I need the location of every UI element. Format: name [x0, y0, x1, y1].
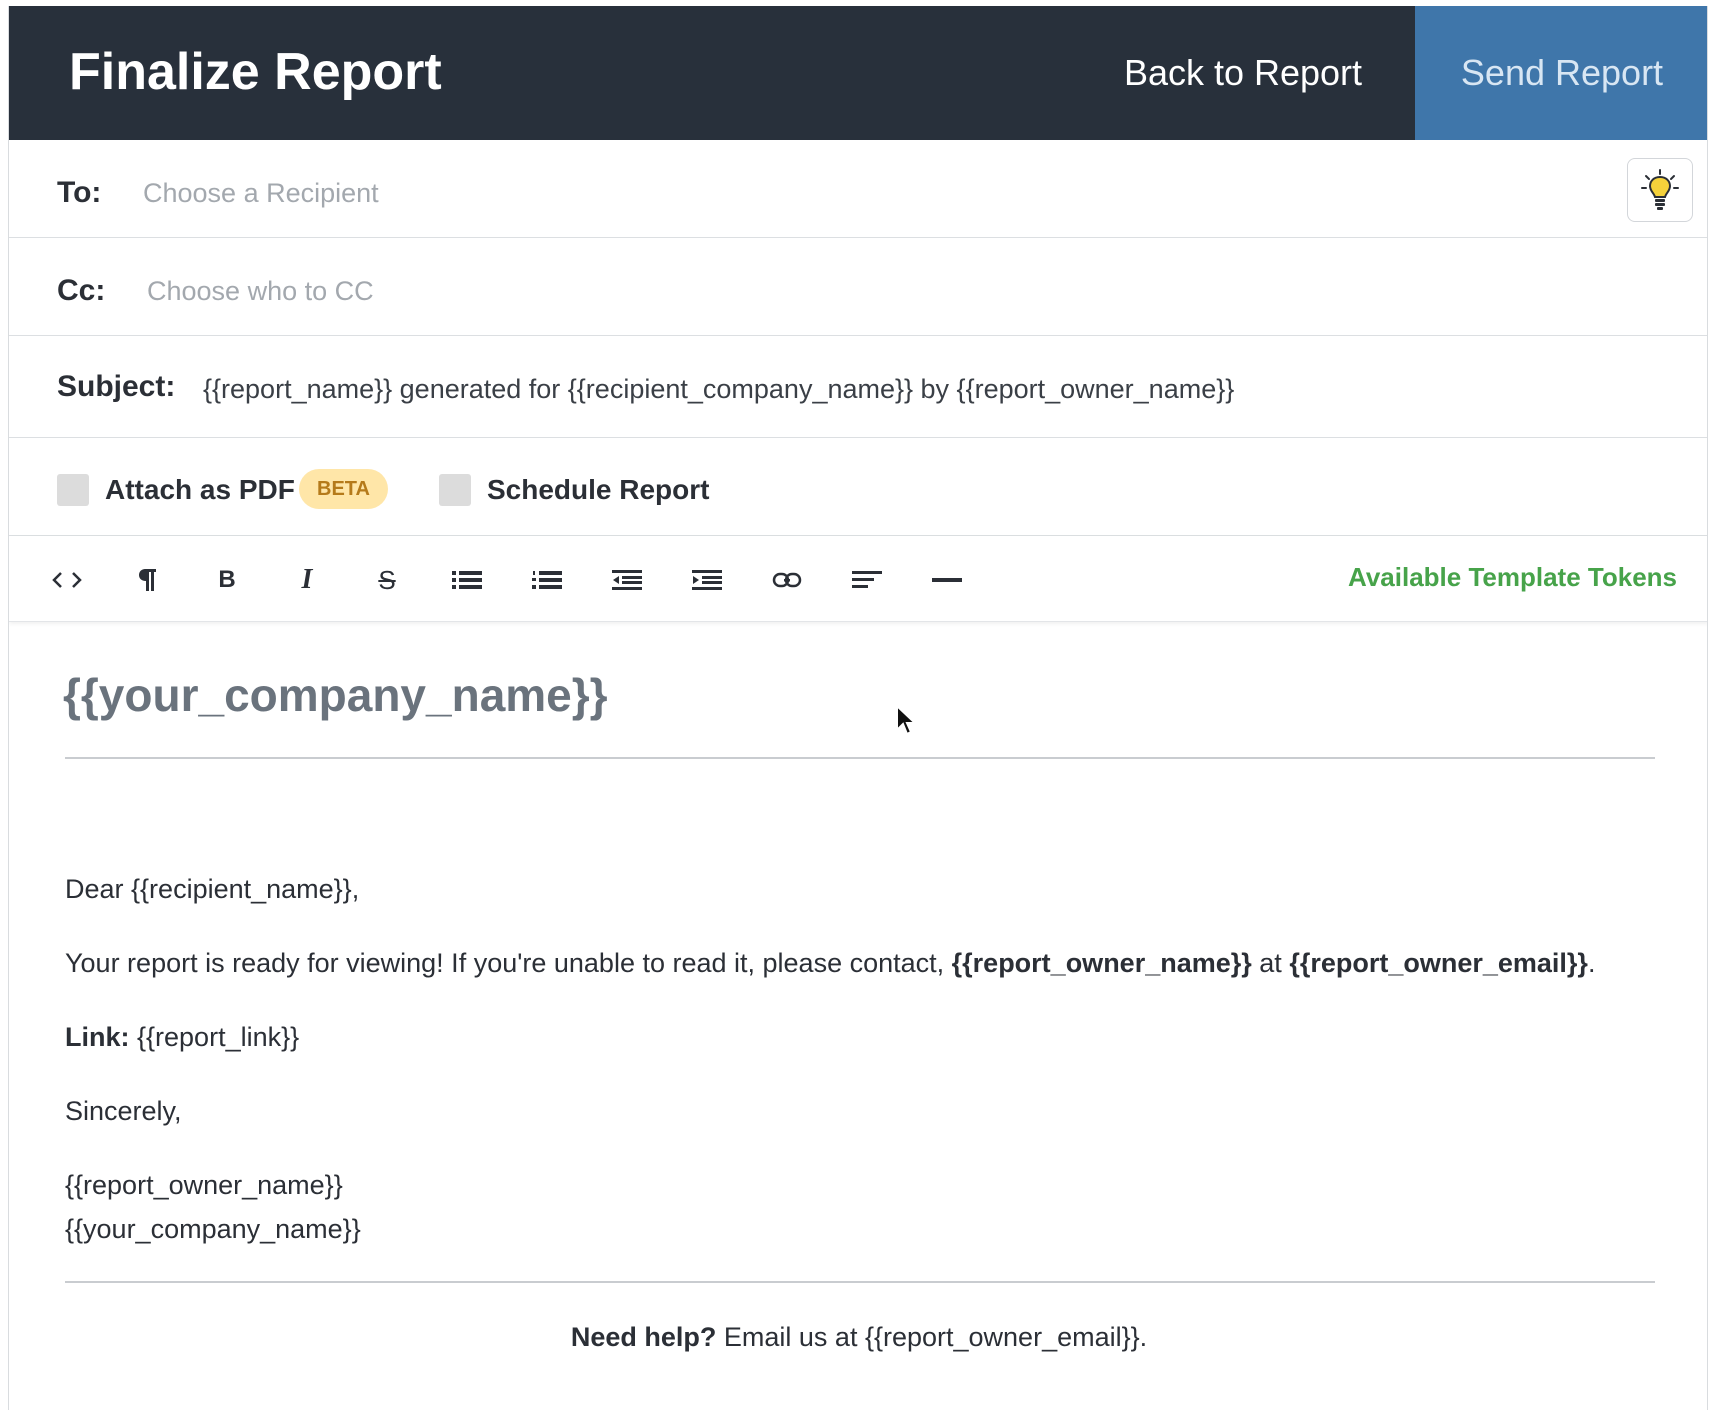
subject-input[interactable]: {{report_name}} generated for {{recipien…: [203, 374, 1234, 405]
cc-row: Cc: Choose who to CC: [9, 238, 1707, 336]
cc-label: Cc:: [57, 274, 106, 307]
horizontal-rule-icon: [932, 578, 962, 582]
to-label: To:: [57, 176, 102, 209]
body-prefix: Your report is ready for viewing! If you…: [65, 948, 952, 978]
numbered-list-button[interactable]: [525, 558, 569, 602]
tips-button[interactable]: [1627, 158, 1693, 222]
body-paragraph: Your report is ready for viewing! If you…: [65, 948, 1595, 979]
code-view-button[interactable]: [45, 558, 89, 602]
link-label: Link:: [65, 1022, 130, 1052]
outdent-icon: [612, 570, 642, 590]
italic-button[interactable]: I: [285, 558, 329, 602]
header-divider: [65, 757, 1655, 759]
recipient-input[interactable]: Choose a Recipient: [143, 178, 379, 209]
bold-button[interactable]: B: [205, 558, 249, 602]
subject-row: Subject: {{report_name}} generated for {…: [9, 336, 1707, 438]
paragraph-button[interactable]: [125, 558, 169, 602]
body-at: at: [1251, 948, 1290, 978]
strikethrough-icon: S: [378, 564, 396, 595]
strikethrough-button[interactable]: S: [365, 558, 409, 602]
greeting-text: Dear {{recipient_name}},: [65, 874, 360, 904]
outdent-button[interactable]: [605, 558, 649, 602]
lightbulb-icon: [1641, 169, 1679, 210]
horizontal-rule-button[interactable]: [925, 558, 969, 602]
page-title: Finalize Report: [69, 43, 442, 101]
email-body-editor[interactable]: {{your_company_name}} Dear {{recipient_n…: [9, 622, 1707, 1410]
help-bold: Need help?: [570, 1322, 717, 1352]
insert-link-button[interactable]: [765, 558, 809, 602]
indent-button[interactable]: [685, 558, 729, 602]
send-report-button[interactable]: Send Report: [1415, 6, 1707, 140]
available-template-tokens-link[interactable]: Available Template Tokens: [1348, 562, 1677, 593]
mouse-pointer-icon: [896, 704, 917, 736]
indent-icon: [692, 570, 722, 590]
options-row: Attach as PDF BETA Schedule Report: [9, 438, 1707, 536]
paragraph-icon: [139, 569, 156, 591]
numbered-list-icon: [532, 571, 562, 589]
signature-company: {{your_company_name}}: [65, 1214, 361, 1244]
closing-text: Sincerely,: [65, 1096, 182, 1126]
signature-name: {{report_owner_name}}: [65, 1170, 343, 1200]
body-email-token: {{report_owner_email}}: [1289, 948, 1588, 978]
to-row: To: Choose a Recipient: [9, 140, 1707, 238]
bulleted-list-icon: [452, 571, 482, 589]
help-text: Email us at {{report_owner_email}}.: [716, 1322, 1148, 1352]
beta-badge: BETA: [299, 469, 388, 509]
header-bar: Finalize Report Back to Report Send Repo…: [9, 6, 1707, 140]
attach-pdf-checkbox[interactable]: [57, 474, 89, 506]
finalize-report-window: Finalize Report Back to Report Send Repo…: [8, 6, 1708, 1410]
bold-icon: B: [218, 566, 236, 593]
schedule-report-label[interactable]: Schedule Report: [487, 474, 709, 506]
bulleted-list-button[interactable]: [445, 558, 489, 602]
subject-label: Subject:: [57, 370, 176, 403]
editor-toolbar: B I S Available Template Tokens: [9, 536, 1707, 622]
company-heading: {{your_company_name}}: [63, 669, 608, 721]
italic-icon: I: [301, 564, 313, 595]
align-left-icon: [852, 571, 882, 588]
help-footer: Need help? Email us at {{report_owner_em…: [9, 1322, 1707, 1353]
body-suffix: .: [1587, 948, 1596, 978]
body-owner-token: {{report_owner_name}}: [951, 948, 1252, 978]
link-icon: [772, 572, 802, 588]
footer-divider: [65, 1281, 1655, 1283]
link-token: {{report_link}}: [129, 1022, 300, 1052]
align-button[interactable]: [845, 558, 889, 602]
back-to-report-button[interactable]: Back to Report: [1063, 6, 1423, 140]
attach-pdf-label[interactable]: Attach as PDF: [105, 474, 295, 506]
cc-input[interactable]: Choose who to CC: [147, 276, 374, 307]
code-icon: [52, 572, 82, 588]
link-paragraph: Link: {{report_link}}: [65, 1022, 299, 1053]
schedule-report-checkbox[interactable]: [439, 474, 471, 506]
